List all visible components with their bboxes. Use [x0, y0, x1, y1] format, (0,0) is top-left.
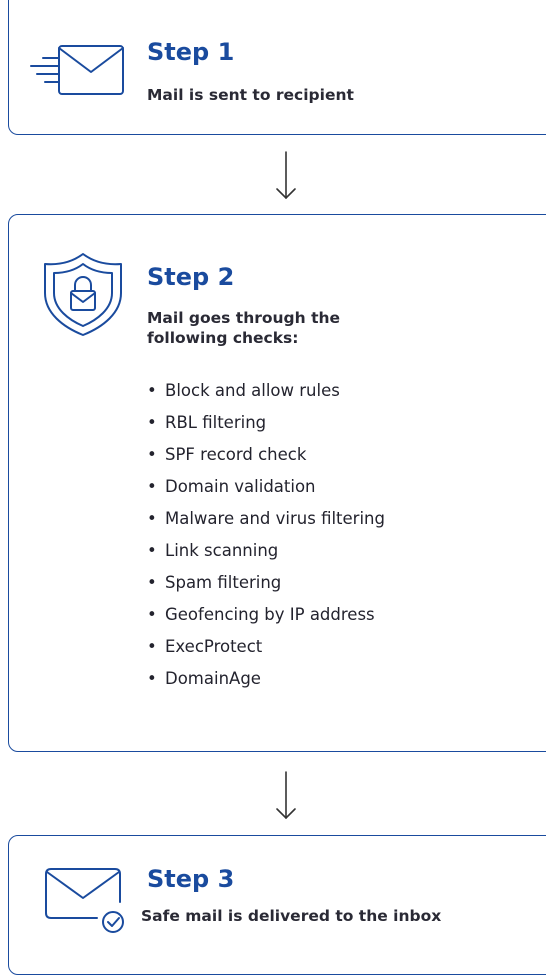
- list-item: • Domain validation: [147, 471, 385, 503]
- list-item-label: Block and allow rules: [165, 381, 340, 400]
- list-item-label: ExecProtect: [165, 637, 263, 656]
- list-item-label: SPF record check: [165, 445, 307, 464]
- bullet-icon: •: [147, 413, 157, 432]
- arrow-down-icon: [276, 771, 296, 820]
- list-item-label: Malware and virus filtering: [165, 509, 385, 528]
- list-item-label: Domain validation: [165, 477, 316, 496]
- list-item: • ExecProtect: [147, 631, 385, 663]
- list-item-label: Link scanning: [165, 541, 279, 560]
- list-item: • Malware and virus filtering: [147, 503, 385, 535]
- arrow-down-icon: [276, 151, 296, 200]
- step-3-title: Step 3: [147, 865, 235, 893]
- bullet-icon: •: [147, 477, 157, 496]
- step-2-card: Step 2 Mail goes through the following c…: [8, 214, 546, 752]
- step-1-description: Mail is sent to recipient: [147, 86, 354, 104]
- list-item-label: Spam filtering: [165, 573, 282, 592]
- bullet-icon: •: [147, 573, 157, 592]
- shield-lock-icon: [44, 253, 122, 336]
- mail-check-icon: [45, 868, 124, 933]
- bullet-icon: •: [147, 381, 157, 400]
- bullet-icon: •: [147, 669, 157, 688]
- list-item: • RBL filtering: [147, 407, 385, 439]
- bullet-icon: •: [147, 637, 157, 656]
- bullet-icon: •: [147, 509, 157, 528]
- step-1-card: Step 1 Mail is sent to recipient: [8, 0, 546, 135]
- list-item: • Link scanning: [147, 535, 385, 567]
- list-item: • Geofencing by IP address: [147, 599, 385, 631]
- step-2-description: Mail goes through the following checks:: [147, 309, 341, 347]
- list-item: • SPF record check: [147, 439, 385, 471]
- mail-sent-icon: [30, 45, 124, 95]
- list-item-label: Geofencing by IP address: [165, 605, 375, 624]
- step-2-title: Step 2: [147, 263, 235, 291]
- list-item-label: RBL filtering: [165, 413, 267, 432]
- check-list: • Block and allow rules • RBL filtering • S…: [147, 375, 385, 695]
- bullet-icon: •: [147, 605, 157, 624]
- bullet-icon: •: [147, 445, 157, 464]
- list-item: • Block and allow rules: [147, 375, 385, 407]
- list-item: • DomainAge: [147, 663, 385, 695]
- step-3-description: Safe mail is delivered to the inbox: [141, 907, 442, 925]
- step-1-title: Step 1: [147, 38, 235, 66]
- list-item: • Spam filtering: [147, 567, 385, 599]
- bullet-icon: •: [147, 541, 157, 560]
- list-item-label: DomainAge: [165, 669, 261, 688]
- step-3-card: Step 3 Safe mail is delivered to the inb…: [8, 835, 546, 975]
